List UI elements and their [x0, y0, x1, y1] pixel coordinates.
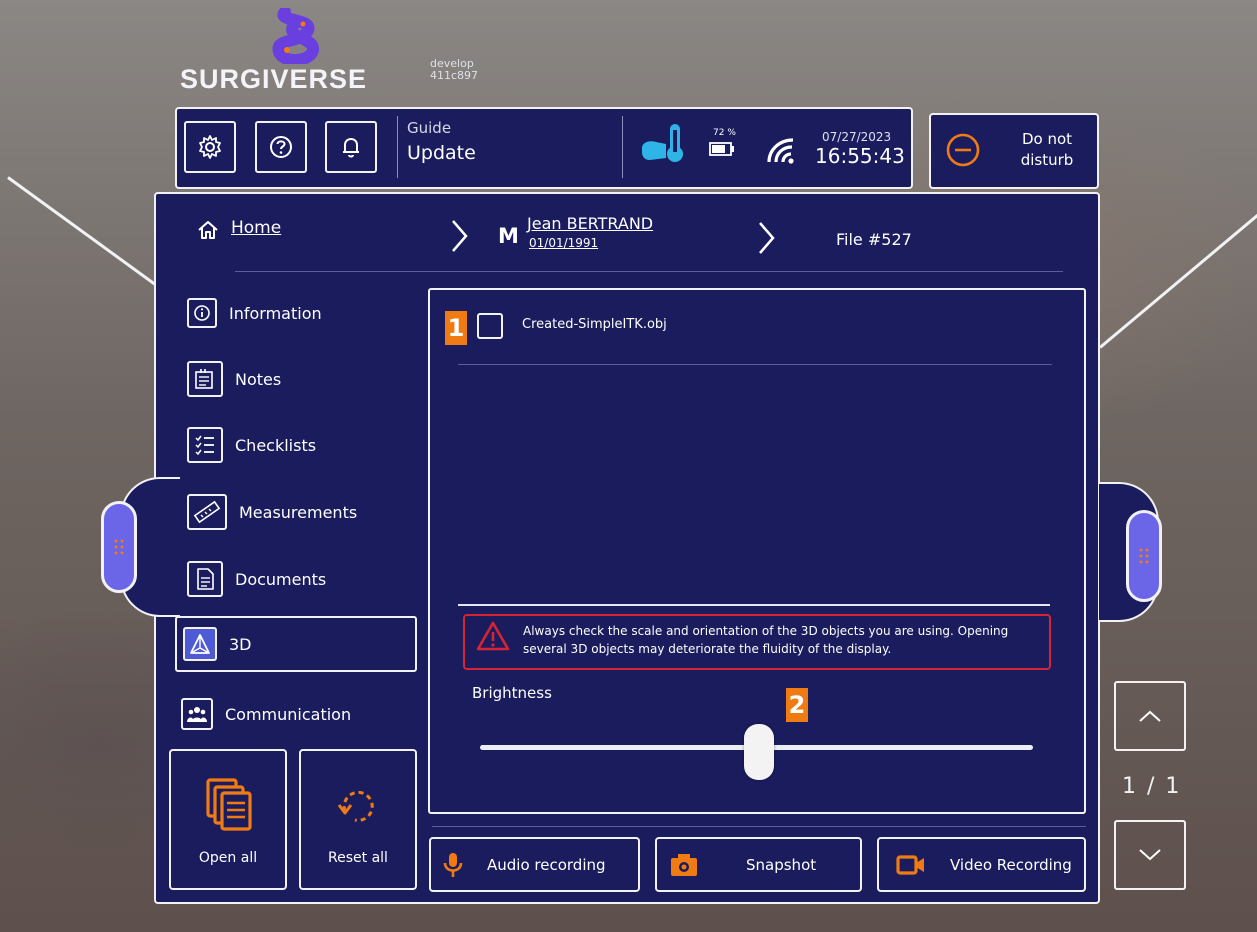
patient-gender: M: [498, 224, 519, 248]
build-commit: 411c897: [430, 69, 479, 82]
checklist-icon: [187, 427, 223, 463]
sidebar-item-label: Documents: [235, 569, 327, 589]
annotation-badge-1: 1: [445, 311, 467, 345]
clock: 16:55:43: [815, 144, 905, 168]
file-name[interactable]: Created-SimpleITK.obj: [522, 317, 667, 332]
home-icon: [198, 221, 218, 239]
bell-icon: [343, 138, 359, 158]
scroll-up-button[interactable]: [1114, 681, 1186, 751]
help-button[interactable]: [255, 121, 307, 173]
gear-icon: [199, 135, 221, 159]
sidebar-item-label: Notes: [235, 369, 282, 389]
sidebar-item-3d[interactable]: 3D: [175, 616, 417, 672]
video-recording-label: Video Recording: [950, 855, 1072, 874]
microphone-icon: [443, 852, 463, 877]
sidebar-item-label: Information: [229, 303, 322, 323]
reset-all-label: Reset all: [328, 850, 388, 866]
sidebar-item-communication[interactable]: Communication: [179, 690, 415, 738]
sidebar-item-label: Communication: [225, 704, 352, 724]
warning-text: Always check the scale and orientation o…: [523, 624, 1009, 656]
breadcrumb-home[interactable]: Home: [231, 218, 281, 238]
reset-all-button[interactable]: Reset all: [299, 749, 417, 890]
annotation-badge-2: 2: [786, 688, 808, 722]
patient-name[interactable]: Jean BERTRAND: [527, 214, 653, 233]
battery-icon: [709, 142, 734, 156]
notes-icon: [187, 361, 223, 397]
snapshot-button[interactable]: Snapshot: [655, 837, 862, 892]
divider: [622, 116, 623, 178]
divider: [458, 604, 1050, 606]
sidebar-item-checklists[interactable]: Checklists: [179, 421, 415, 469]
sidebar-item-label: Measurements: [239, 502, 358, 522]
camera-icon: [671, 853, 697, 876]
chevron-down-icon: [1139, 849, 1161, 861]
video-recording-button[interactable]: Video Recording: [877, 837, 1086, 892]
surgiverse-logo-icon: [272, 8, 319, 64]
scroll-down-button[interactable]: [1114, 820, 1186, 890]
brightness-slider-thumb[interactable]: [744, 724, 774, 780]
open-all-icon: [206, 778, 252, 831]
file-checkbox[interactable]: [477, 313, 503, 339]
date: 07/27/2023: [822, 130, 892, 144]
right-drag-handle[interactable]: [1126, 510, 1162, 602]
info-icon: [187, 298, 217, 328]
audio-recording-label: Audio recording: [487, 855, 606, 874]
build-info: develop 411c897: [430, 58, 478, 82]
document-icon: [187, 561, 223, 597]
question-icon: [270, 136, 292, 158]
guide-label: Guide: [407, 119, 452, 137]
chevron-up-icon: [1139, 710, 1161, 722]
do-not-disturb-icon: [946, 133, 980, 167]
do-not-disturb-label: Do not disturb: [1020, 130, 1074, 169]
open-all-button[interactable]: Open all: [169, 749, 287, 890]
battery-percent: 72 %: [713, 128, 736, 138]
grip-icon: [113, 538, 125, 556]
patient-dob: 01/01/1991: [529, 236, 599, 250]
left-drag-handle[interactable]: [101, 501, 137, 593]
3d-icon: [183, 627, 217, 661]
divider: [458, 364, 1052, 365]
warning-icon: [476, 621, 510, 651]
settings-button[interactable]: [184, 121, 236, 173]
sidebar-item-documents[interactable]: Documents: [179, 555, 415, 603]
audio-recording-button[interactable]: Audio recording: [429, 837, 640, 892]
sidebar-item-notes[interactable]: Notes: [179, 355, 415, 403]
grip-icon: [1138, 547, 1150, 565]
wifi-icon: [767, 138, 794, 164]
guide-value[interactable]: Update: [407, 142, 476, 164]
chevron-right-icon: [452, 220, 468, 252]
divider: [432, 826, 1086, 827]
page-indicator: 1 / 1: [1122, 774, 1182, 799]
divider: [235, 271, 1063, 272]
sidebar-item-measurements[interactable]: Measurements: [179, 488, 415, 536]
video-camera-icon: [896, 854, 924, 875]
chevron-right-icon: [759, 222, 775, 254]
snapshot-label: Snapshot: [746, 855, 817, 874]
sidebar-item-information[interactable]: Information: [179, 289, 415, 337]
people-icon: [181, 698, 213, 730]
file-number: File #527: [836, 230, 912, 249]
brightness-label: Brightness: [472, 684, 552, 702]
divider: [397, 116, 398, 178]
brand-name: SURGIVERSE: [180, 64, 368, 94]
thermometer-headset-icon: [642, 124, 683, 162]
ruler-icon: [187, 494, 227, 530]
reset-icon: [337, 790, 374, 822]
sidebar-item-label: 3D: [229, 634, 252, 654]
open-all-label: Open all: [198, 850, 258, 866]
notifications-button[interactable]: [325, 121, 377, 173]
sidebar-item-label: Checklists: [235, 435, 317, 455]
